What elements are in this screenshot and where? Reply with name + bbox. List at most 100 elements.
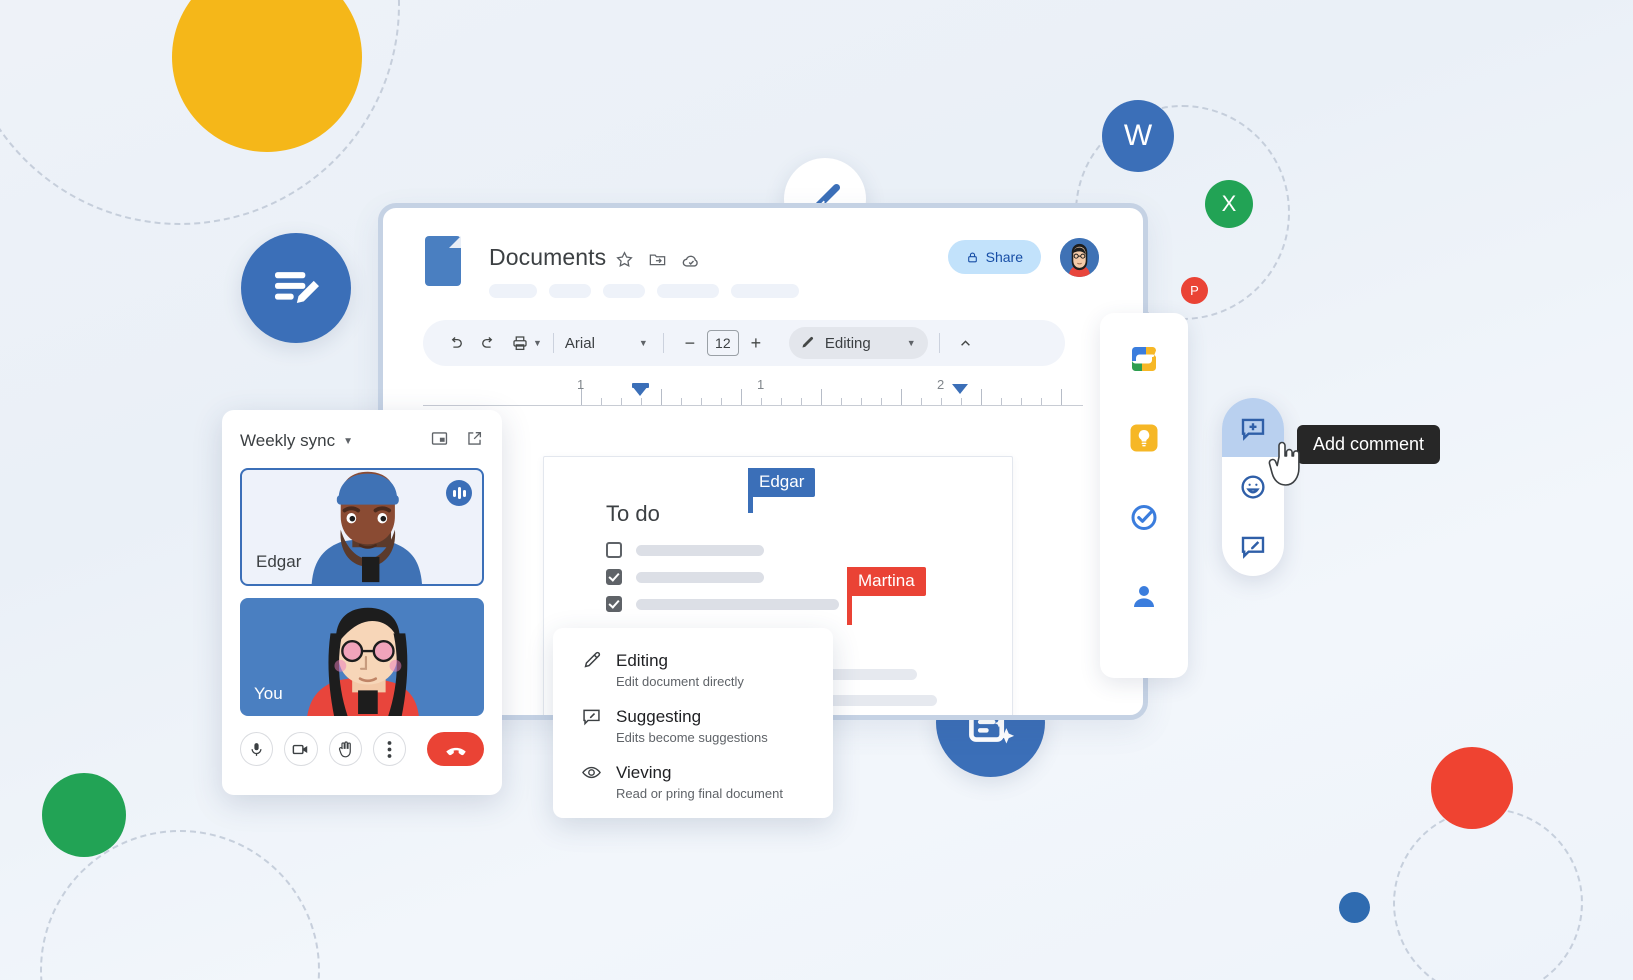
print-caret-icon[interactable]: ▼ <box>533 338 542 348</box>
pencil-icon <box>584 651 601 668</box>
avatar[interactable] <box>1058 236 1101 279</box>
share-button[interactable]: Share <box>947 240 1041 274</box>
mode-subtitle: Read or pring final document <box>616 786 783 801</box>
cloud-saved-icon[interactable] <box>681 250 702 276</box>
todo-text-skeleton <box>636 598 839 610</box>
ruler-tick <box>1001 398 1002 405</box>
document-title[interactable]: Documents <box>489 244 606 271</box>
ruler-tick <box>721 398 722 405</box>
ruler-tick <box>701 398 702 405</box>
editing-mode-chip[interactable]: Editing ▼ <box>788 327 928 359</box>
ruler-tick <box>981 389 982 405</box>
font-family-select[interactable]: Arial <box>565 335 637 352</box>
document-edit-icon <box>275 272 319 304</box>
move-to-folder-icon[interactable] <box>648 250 667 274</box>
checkbox-checked[interactable] <box>606 569 622 585</box>
raise-hand-icon <box>339 741 352 758</box>
redo-icon <box>482 336 493 348</box>
google-keep-icon[interactable] <box>1128 422 1160 454</box>
checkbox-unchecked[interactable] <box>606 542 622 558</box>
ruler-baseline <box>423 405 1083 406</box>
end-call-button[interactable] <box>427 732 484 766</box>
menu-pill <box>549 284 591 298</box>
more-options-icon <box>387 740 392 758</box>
font-family-caret-icon[interactable]: ▼ <box>639 338 648 348</box>
ruler-tick <box>941 398 942 405</box>
document-ruler[interactable]: 1 1 2 <box>423 376 1083 406</box>
google-tasks-icon[interactable] <box>1128 501 1160 533</box>
ruler-tick <box>661 389 662 405</box>
redo-button[interactable] <box>473 328 503 358</box>
badge-p: P <box>1181 277 1208 304</box>
contacts-icon[interactable] <box>1128 580 1160 612</box>
mode-title: Suggesting <box>616 706 702 726</box>
mode-title: Vieving <box>616 762 672 782</box>
ruler-tick <box>601 398 602 405</box>
first-line-indent-marker[interactable] <box>632 386 648 396</box>
menu-pill <box>603 284 645 298</box>
meet-panel: Weekly sync ▼ Edgar You <box>222 410 502 795</box>
ruler-label: 1 <box>757 377 765 392</box>
right-indent-marker[interactable] <box>952 384 968 394</box>
meet-tile-you[interactable]: You <box>240 598 484 716</box>
font-size-input[interactable]: 12 <box>706 330 739 356</box>
todo-item[interactable] <box>606 542 764 558</box>
microphone-button[interactable] <box>240 732 274 766</box>
suggest-edit-button[interactable] <box>1222 516 1284 575</box>
font-increase-button[interactable]: + <box>741 328 771 358</box>
todo-item[interactable] <box>606 569 764 585</box>
mode-menu-item-suggesting[interactable]: Suggesting Edits become suggestions <box>553 706 833 745</box>
paragraph-skeleton <box>827 669 917 680</box>
google-chat-icon[interactable] <box>1128 343 1160 375</box>
todo-text-skeleton <box>636 571 764 583</box>
chevron-up-icon <box>961 339 971 346</box>
pencil-icon <box>802 336 813 348</box>
ruler-tick <box>681 398 682 405</box>
meet-title[interactable]: Weekly sync <box>240 431 335 451</box>
paragraph-skeleton <box>827 695 937 706</box>
checkbox-checked[interactable] <box>606 596 622 612</box>
docs-file-icon <box>425 236 461 286</box>
menu-pill <box>731 284 799 298</box>
toolbar-divider <box>552 333 554 353</box>
open-in-new-icon[interactable] <box>465 429 484 453</box>
avatar-image <box>1060 238 1099 277</box>
decor-ring-bottom-right <box>1393 808 1583 980</box>
tooltip: Add comment <box>1297 425 1441 464</box>
editing-mode-label: Editing <box>824 334 871 352</box>
picture-in-picture-icon[interactable] <box>430 429 449 453</box>
mode-menu-item-viewing[interactable]: Vieving Read or pring final document <box>553 762 833 801</box>
meet-header: Weekly sync ▼ <box>240 426 484 456</box>
speaking-indicator-icon <box>446 480 472 506</box>
tile-name-edgar: Edgar <box>256 552 302 571</box>
document-edit-circle <box>241 233 351 343</box>
decor-dot-blue-small <box>1339 892 1370 923</box>
mode-menu-item-editing[interactable]: Editing Edit document directly <box>553 650 833 689</box>
tile-name-you: You <box>254 684 283 703</box>
more-options-button[interactable] <box>372 732 407 766</box>
todo-item[interactable] <box>606 596 839 612</box>
todo-text-skeleton <box>636 544 764 556</box>
mode-title: Editing <box>616 650 668 670</box>
ruler-tick <box>781 398 782 405</box>
chevron-down-icon[interactable]: ▼ <box>343 436 353 447</box>
print-button[interactable] <box>505 328 535 358</box>
raise-hand-button[interactable] <box>328 732 362 766</box>
collapse-toolbar-button[interactable] <box>951 328 981 358</box>
camera-button[interactable] <box>284 732 318 766</box>
undo-button[interactable] <box>441 328 471 358</box>
ruler-tick <box>621 398 622 405</box>
ruler-tick <box>901 389 902 405</box>
ruler-tick <box>741 389 742 405</box>
star-icon[interactable] <box>615 250 634 274</box>
ruler-tick <box>921 398 922 405</box>
end-call-icon <box>445 747 466 756</box>
font-decrease-button[interactable]: − <box>675 328 705 358</box>
ruler-tick <box>761 398 762 405</box>
ruler-tick <box>881 398 882 405</box>
mode-subtitle: Edits become suggestions <box>616 730 768 745</box>
meet-tile-edgar[interactable]: Edgar <box>240 468 484 586</box>
page-heading: To do <box>606 501 660 526</box>
flag-label: Edgar <box>748 468 816 497</box>
menu-pill <box>657 284 719 298</box>
